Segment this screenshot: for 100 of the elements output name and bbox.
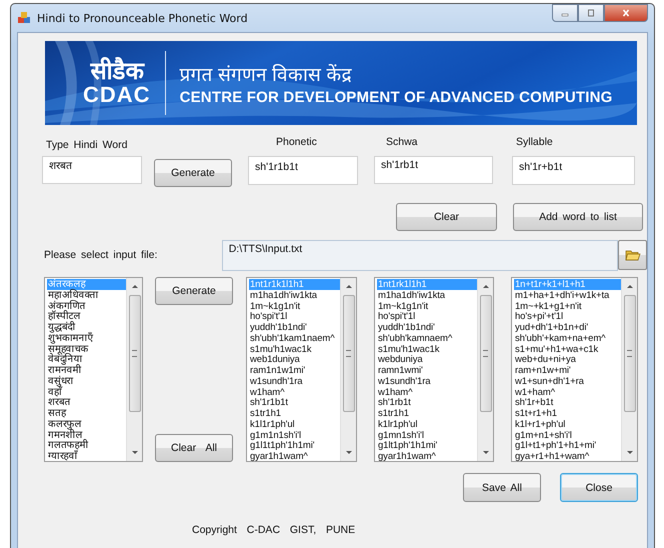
list-item[interactable]: m1ha1dh'iw1kta: [377, 290, 477, 300]
scroll-down-icon[interactable]: [130, 450, 138, 455]
scroll-down-icon[interactable]: [626, 450, 634, 455]
list-item[interactable]: m1ha1dh'iw1kta: [249, 290, 340, 300]
list-item[interactable]: webduniya: [377, 354, 477, 365]
list-item[interactable]: ग्यारहवाँ: [47, 451, 126, 461]
list-item[interactable]: sh'1r+b1t: [514, 397, 621, 408]
scroll-up-icon[interactable]: [344, 284, 352, 289]
browse-button[interactable]: [618, 240, 647, 270]
list-item[interactable]: w1+sun+dh'1+ra: [514, 376, 621, 386]
list-item[interactable]: sh'1r1b1t: [249, 397, 340, 408]
output-field[interactable]: sh'1rb1t: [374, 156, 493, 184]
list-item[interactable]: शरबत: [47, 397, 126, 408]
list-item[interactable]: web+du+ni+ya: [514, 354, 621, 365]
list-item[interactable]: k1l1r1ph'ul: [249, 418, 340, 430]
list-item[interactable]: g1l+t1+ph'1+h1+mi': [514, 440, 621, 451]
list-item[interactable]: s1tr1h1: [249, 408, 340, 419]
minimize-button[interactable]: [552, 4, 578, 22]
list-item[interactable]: अंकगणित: [47, 300, 126, 312]
clear-button[interactable]: Clear: [396, 203, 497, 231]
list-item[interactable]: yud+dh'1+b1n+di': [514, 322, 621, 333]
list-item[interactable]: m1+ha+1+dh'i+w1k+ta: [514, 290, 621, 300]
list-item[interactable]: हॉस्पीटल: [47, 311, 126, 322]
scroll-up-icon[interactable]: [626, 284, 634, 289]
close-button[interactable]: [604, 4, 648, 22]
scrollbar[interactable]: [621, 278, 637, 461]
list-item[interactable]: gyar1h1wam^: [377, 451, 477, 461]
list-item[interactable]: वेबदुनिया: [47, 354, 126, 365]
list-item[interactable]: sh'ubh'kamnaem^: [377, 332, 477, 344]
list-item[interactable]: ho'spi't'1l: [249, 311, 340, 322]
maximize-icon: [586, 9, 596, 17]
list-item[interactable]: s1+mu'+h1+wa+c1k: [514, 344, 621, 354]
list-item[interactable]: gya+r1+h1+wam^: [514, 451, 621, 461]
hindi-word-field[interactable]: शरबत: [42, 156, 142, 184]
list-item[interactable]: s1t+r1+h1: [514, 408, 621, 419]
word-list[interactable]: 1nt1rk1l1h1 m1ha1dh'iw1kta 1m~k1g1n'it ho'spi't'1l yuddh'1b1ndi' sh'ubh'kamnaem^ s1mu'h1wac1k webduniya ramn1wmi' w1sundh'1ra w1ham^ sh'1rb1t s1tr1h1 k1lr1ph'ul g1mn1sh'i'l g1lt1ph'1h1mi' gyar1h1wam^: [374, 277, 494, 462]
list-item[interactable]: yuddh'1b1ndi': [377, 322, 477, 333]
close-icon: [621, 9, 631, 17]
scrollbar[interactable]: [477, 278, 493, 461]
maximize-button[interactable]: [578, 4, 604, 22]
output-field[interactable]: sh'1r1b1t: [248, 156, 358, 185]
add-word-button[interactable]: Add word to list: [513, 203, 643, 231]
list-item[interactable]: g1mn1sh'i'l: [377, 430, 477, 440]
word-list[interactable]: [246, 277, 357, 462]
list-item[interactable]: sh'ubh'+kam+na+em^: [514, 332, 621, 344]
clear-all-button[interactable]: Clear All: [155, 434, 233, 462]
list-item[interactable]: s1tr1h1: [377, 408, 477, 419]
list-item[interactable]: ramn1wmi': [377, 365, 477, 376]
generate-button[interactable]: Generate: [154, 159, 232, 187]
list-item[interactable]: रामनवमी: [47, 365, 126, 376]
list-item[interactable]: सतह: [47, 408, 126, 419]
list-item[interactable]: w1ham^: [377, 386, 477, 398]
scrollbar[interactable]: [126, 278, 142, 461]
list-item[interactable]: युद्धबंदी: [47, 322, 126, 333]
list-item[interactable]: yuddh'1b1ndi': [249, 322, 340, 333]
list-item[interactable]: k1lr1ph'ul: [377, 418, 477, 430]
list-item[interactable]: g1m+n1+sh'i'l: [514, 430, 621, 440]
field-label: Type Hindi Word: [46, 139, 128, 150]
list-item[interactable]: k1l+r1+ph'ul: [514, 418, 621, 430]
list-item[interactable]: कलरफुल: [47, 418, 126, 430]
close-button[interactable]: Close: [560, 473, 638, 502]
list-item[interactable]: g1m1n1sh'i'l: [249, 430, 340, 440]
word-list[interactable]: [511, 277, 638, 462]
list-item[interactable]: w1+ham^: [514, 386, 621, 398]
list-item[interactable]: ho'spi't'1l: [377, 311, 477, 322]
list-item[interactable]: ram+n1w+mi': [514, 365, 621, 376]
word-list[interactable]: अंतरकलह महाअधिवक्ता अंकगणित हॉस्पीटल युद्धबंदी शुभकामनाएँ समूहवाचक वेबदुनिया रामनवमी वसुंधरा वहाँ शरबत सतह कलरफुल गमनशील गलतफहमी ग्यारहवाँ: [44, 277, 143, 462]
list-item[interactable]: g1lt1ph'1h1mi': [377, 440, 477, 451]
list-item[interactable]: वहाँ: [47, 386, 126, 398]
list-item[interactable]: ho's+pi'+t'1l: [514, 311, 621, 322]
list-item[interactable]: g1l1t1ph'1h1mi': [249, 440, 340, 451]
list-item[interactable]: s1mu'h1wac1k: [377, 344, 477, 354]
input-file-label: Please select input file:: [44, 249, 158, 261]
scroll-up-icon[interactable]: [482, 284, 490, 289]
save-all-button[interactable]: Save All: [463, 473, 541, 502]
generate-button[interactable]: Generate: [155, 277, 233, 305]
list-item[interactable]: 1m~k1g1n'it: [377, 300, 477, 312]
list-item[interactable]: sh'1rb1t: [377, 397, 477, 408]
list-item[interactable]: समूहवाचक: [47, 344, 126, 354]
list-item[interactable]: gyar1h1wam^: [249, 451, 340, 461]
scrollbar[interactable]: [340, 278, 356, 461]
input-file-field[interactable]: D:\TTS\Input.txt: [222, 240, 618, 271]
list-item[interactable]: w1sundh'1ra: [249, 376, 340, 386]
list-item[interactable]: web1duniya: [249, 354, 340, 365]
list-item[interactable]: sh'ubh'1kam1naem^: [249, 332, 340, 344]
list-item[interactable]: s1mu'h1wac1k: [249, 344, 340, 354]
list-item[interactable]: शुभकामनाएँ: [47, 332, 126, 344]
list-item[interactable]: महाअधिवक्ता: [47, 290, 126, 300]
list-item[interactable]: ram1n1w1mi': [249, 365, 340, 376]
scroll-down-icon[interactable]: [482, 450, 490, 455]
list-item[interactable]: गलतफहमी: [47, 440, 126, 451]
list-item[interactable]: 1m~k1g1n'it: [249, 300, 340, 312]
list-item[interactable]: 1m~+k1+g1+n'it: [514, 300, 621, 312]
list-item[interactable]: w1sundh'1ra: [377, 376, 477, 386]
output-field[interactable]: sh'1r+b1t: [512, 156, 635, 185]
list-item[interactable]: w1ham^: [249, 386, 340, 398]
scroll-down-icon[interactable]: [344, 450, 352, 455]
list-item[interactable]: वसुंधरा: [47, 376, 126, 386]
scroll-up-icon[interactable]: [130, 284, 138, 289]
list-item[interactable]: गमनशील: [47, 430, 126, 440]
